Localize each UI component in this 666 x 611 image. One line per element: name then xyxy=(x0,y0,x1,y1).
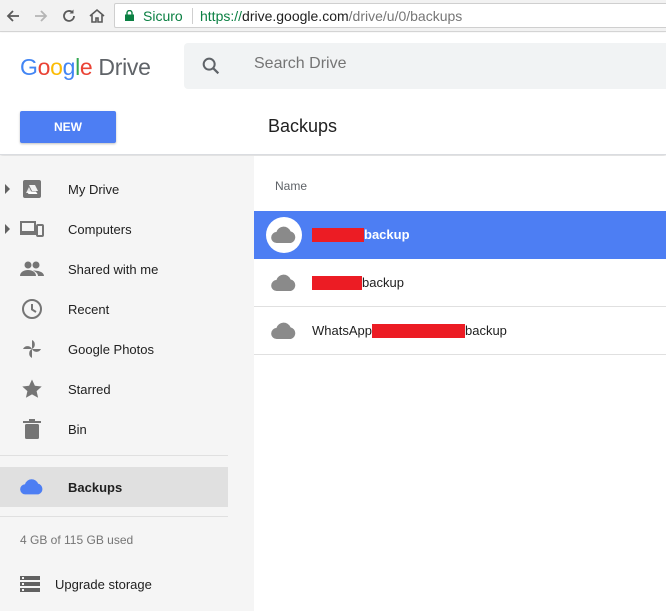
home-icon[interactable] xyxy=(86,5,108,27)
sidebar-item-label: Computers xyxy=(68,221,132,237)
logo-letter: e xyxy=(79,54,93,80)
search-input[interactable] xyxy=(254,55,634,73)
logo-letter: o xyxy=(50,54,63,80)
logo-letter: g xyxy=(62,54,76,80)
sidebar-item-backups[interactable]: Backups xyxy=(0,467,228,507)
sidebar-divider xyxy=(0,516,228,517)
file-name: WhatsApp backup xyxy=(312,323,507,338)
file-name-prefix: WhatsApp xyxy=(312,323,372,338)
secure-label: Sicuro xyxy=(143,8,183,24)
redaction-mark xyxy=(312,227,364,242)
upgrade-storage-link[interactable]: Upgrade storage xyxy=(20,572,220,596)
expand-arrow-icon[interactable] xyxy=(5,184,10,194)
url-text[interactable]: https://drive.google.com/drive/u/0/backu… xyxy=(200,8,462,24)
logo-letter: o xyxy=(37,54,51,80)
search-box[interactable] xyxy=(184,43,666,89)
logo-letter: G xyxy=(20,54,38,80)
list-item[interactable]: backup xyxy=(254,211,666,259)
redaction-mark xyxy=(371,323,465,338)
cloud-icon xyxy=(20,475,44,499)
trash-icon xyxy=(20,417,44,441)
storage-usage-text: 4 GB of 115 GB used xyxy=(20,533,134,547)
page-title: Backups xyxy=(268,116,338,136)
my-drive-icon xyxy=(20,177,44,201)
sidebar-item-computers[interactable]: Computers xyxy=(0,209,228,249)
file-list: Name backup backup WhatsApp backup xyxy=(254,156,666,611)
new-button[interactable]: NEW xyxy=(20,111,116,143)
expand-arrow-icon[interactable] xyxy=(5,224,10,234)
sidebar-item-starred[interactable]: Starred xyxy=(0,369,228,409)
sidebar-item-label: Shared with me xyxy=(68,261,159,277)
file-name-suffix: backup xyxy=(362,275,404,290)
sidebar-item-bin[interactable]: Bin xyxy=(0,409,228,449)
backup-cloud-icon xyxy=(266,216,302,253)
sidebar-item-label: Backups xyxy=(68,479,123,495)
sidebar-item-google-photos[interactable]: Google Photos xyxy=(0,329,228,369)
redaction-mark xyxy=(312,275,362,290)
sidebar-item-label: My Drive xyxy=(68,181,120,197)
backup-cloud-icon xyxy=(266,265,302,301)
shared-with-me-icon xyxy=(20,257,44,281)
forward-icon[interactable] xyxy=(30,5,52,27)
back-icon[interactable] xyxy=(2,5,24,27)
clock-icon xyxy=(20,297,44,321)
reload-icon[interactable] xyxy=(58,5,80,27)
list-item[interactable]: backup xyxy=(254,259,666,307)
address-bar[interactable]: Sicuro https://drive.google.com/drive/u/… xyxy=(114,3,666,28)
star-icon xyxy=(20,377,44,401)
sidebar-item-shared-with-me[interactable]: Shared with me xyxy=(0,249,228,289)
pinwheel-icon xyxy=(20,337,44,361)
url-path: /drive/u/0/backups xyxy=(348,8,463,24)
list-item[interactable]: WhatsApp backup xyxy=(254,307,666,355)
file-name-suffix: backup xyxy=(364,227,410,242)
omnibox-divider xyxy=(192,8,193,24)
upgrade-storage-label: Upgrade storage xyxy=(55,576,152,592)
file-name: backup xyxy=(312,275,404,290)
browser-toolbar: Sicuro https://drive.google.com/drive/u/… xyxy=(0,0,666,32)
backup-cloud-icon xyxy=(266,313,302,349)
file-name-suffix: backup xyxy=(464,323,507,338)
google-drive-logo[interactable]: Google Drive xyxy=(20,54,151,81)
lock-icon xyxy=(125,10,134,21)
sidebar-item-label: Google Photos xyxy=(68,341,155,357)
sidebar-item-label: Bin xyxy=(68,421,87,437)
computers-icon xyxy=(20,217,44,241)
drive-header: GoogleDrive NEW Backups xyxy=(0,33,666,155)
sidebar-item-label: Starred xyxy=(68,381,111,397)
sidebar: My Drive Computers Shared with me Recent… xyxy=(0,156,254,611)
sidebar-item-my-drive[interactable]: My Drive xyxy=(0,169,228,209)
sidebar-divider xyxy=(0,455,228,456)
logo-product-name: Drive xyxy=(98,54,151,80)
url-host: drive.google.com xyxy=(242,8,349,24)
sidebar-item-label: Recent xyxy=(68,301,110,317)
sidebar-item-recent[interactable]: Recent xyxy=(0,289,228,329)
storage-icon xyxy=(20,576,40,592)
column-header-name[interactable]: Name xyxy=(275,179,307,193)
url-scheme: https:// xyxy=(200,8,243,24)
search-icon[interactable] xyxy=(200,55,222,77)
file-name: backup xyxy=(312,227,410,242)
